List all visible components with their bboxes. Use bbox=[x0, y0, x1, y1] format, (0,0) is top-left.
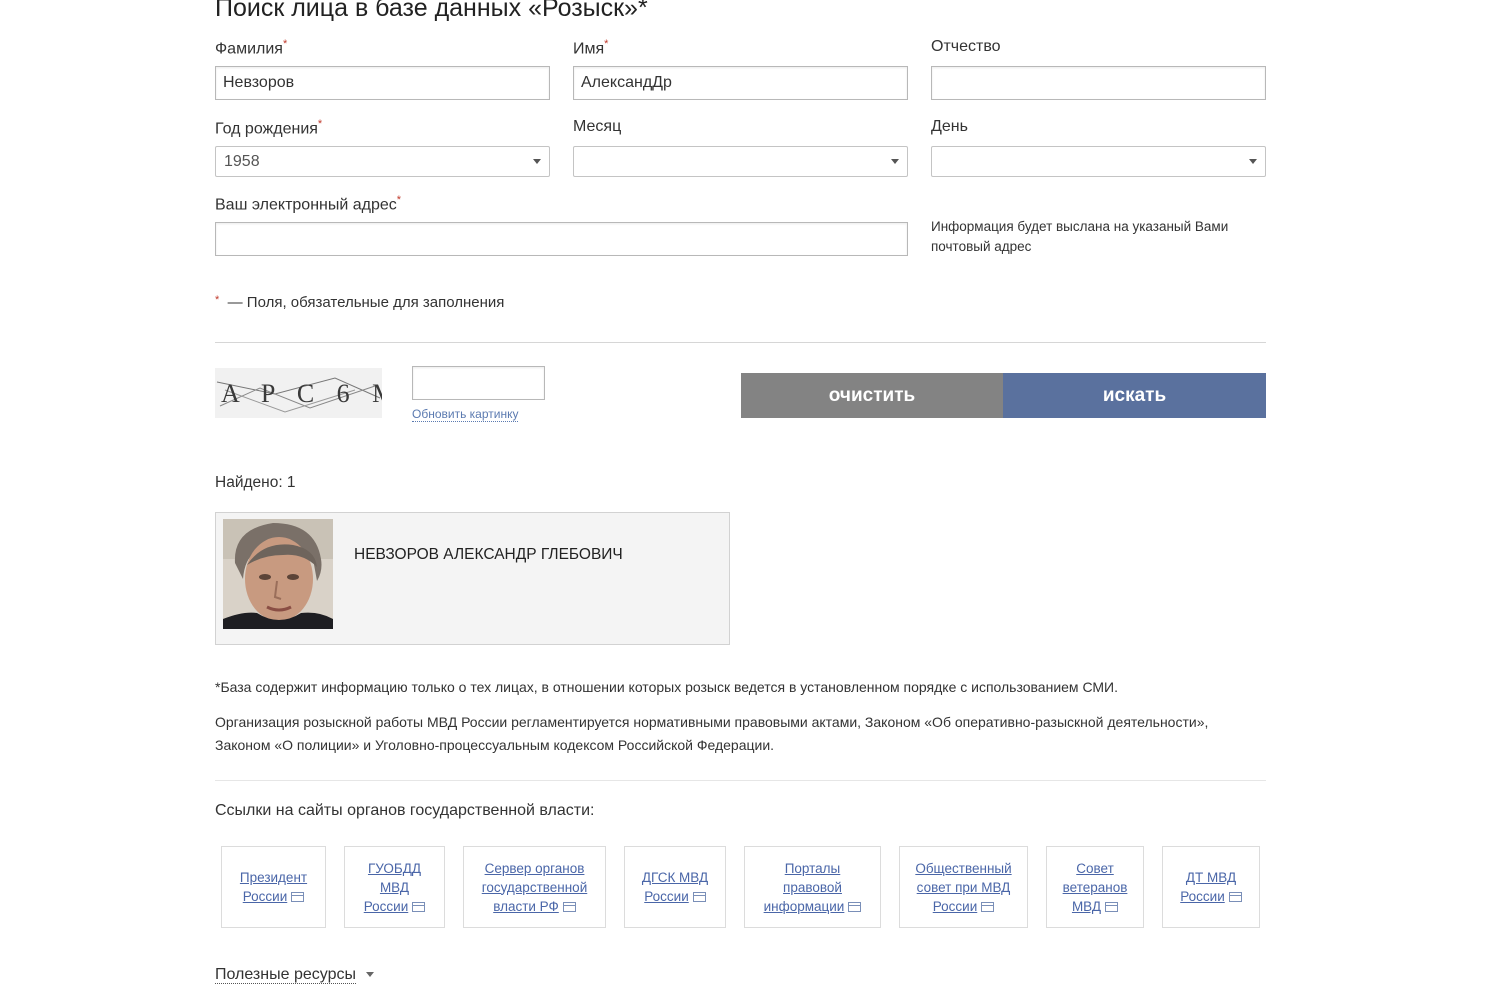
external-link-icon bbox=[981, 901, 995, 912]
person-name: НЕВЗОРОВ АЛЕКСАНДР ГЛЕБОВИЧ bbox=[354, 546, 623, 563]
external-link-icon bbox=[412, 901, 426, 912]
external-link-icon bbox=[1105, 901, 1119, 912]
email-hint: Информация будет выслана на указаный Вам… bbox=[931, 219, 1229, 254]
useful-resources-toggle[interactable]: Полезные ресурсы bbox=[215, 966, 375, 984]
captcha-input[interactable] bbox=[412, 366, 545, 400]
required-note: * — Поля, обязательные для заполнения bbox=[215, 294, 505, 311]
found-count: Найдено: 1 bbox=[215, 474, 296, 491]
name-input[interactable] bbox=[573, 66, 908, 100]
gov-link-public-council[interactable]: Общественный совет при МВД России bbox=[899, 846, 1028, 928]
gov-link-label: Сервер органов государственной власти РФ bbox=[481, 860, 588, 914]
result-card[interactable]: НЕВЗОРОВ АЛЕКСАНДР ГЛЕБОВИЧ bbox=[215, 512, 730, 645]
birth-year-value: 1958 bbox=[224, 153, 260, 170]
refresh-captcha-label: Обновить картинку bbox=[412, 407, 519, 422]
chevron-down-icon bbox=[366, 972, 375, 978]
month-select[interactable] bbox=[573, 146, 908, 177]
clear-button[interactable]: очистить bbox=[741, 373, 1003, 418]
birth-year-label: Год рождения* bbox=[215, 118, 323, 138]
external-link-icon bbox=[848, 901, 862, 912]
gov-link-legal-portals[interactable]: Порталы правовой информации bbox=[744, 846, 881, 928]
external-link-icon bbox=[562, 901, 576, 912]
day-label: День bbox=[931, 118, 968, 135]
name-label: Имя* bbox=[573, 38, 609, 58]
useful-resources-label: Полезные ресурсы bbox=[215, 966, 356, 984]
birth-year-select[interactable]: 1958 bbox=[215, 146, 550, 177]
month-label: Месяц bbox=[573, 118, 622, 135]
gov-link-veterans-council[interactable]: Совет ветеранов МВД bbox=[1046, 846, 1144, 928]
gov-link-label: Совет ветеранов МВД bbox=[1062, 860, 1128, 914]
gov-link-president[interactable]: Президент России bbox=[221, 846, 326, 928]
refresh-captcha-link[interactable]: Обновить картинку bbox=[412, 407, 519, 422]
divider bbox=[215, 342, 1266, 343]
divider bbox=[215, 780, 1266, 781]
gov-link-dgsk[interactable]: ДГСК МВД России bbox=[624, 846, 726, 928]
captcha-text: A P C 6 M bbox=[221, 379, 382, 408]
chevron-down-icon bbox=[533, 159, 541, 164]
email-label: Ваш электронный адрес* bbox=[215, 194, 402, 214]
gov-links-heading: Ссылки на сайты органов государственной … bbox=[215, 802, 595, 819]
gov-link-label: Президент России bbox=[239, 870, 308, 904]
external-link-icon bbox=[692, 892, 706, 903]
external-link-icon bbox=[1228, 892, 1242, 903]
search-button[interactable]: искать bbox=[1003, 373, 1266, 418]
email-input[interactable] bbox=[215, 222, 908, 256]
footnote-2: Организация розыскной работы МВД России … bbox=[215, 714, 1209, 753]
patronymic-input[interactable] bbox=[931, 66, 1266, 100]
person-photo bbox=[223, 519, 333, 629]
surname-label: Фамилия* bbox=[215, 38, 288, 58]
page-title: Поиск лица в базе данных «Розыск»* bbox=[215, 0, 648, 22]
gov-link-label: ДТ МВД России bbox=[1177, 868, 1245, 906]
day-select[interactable] bbox=[931, 146, 1266, 177]
footnote-1: *База содержит информацию только о тех л… bbox=[215, 679, 1119, 695]
external-link-icon bbox=[291, 892, 305, 903]
chevron-down-icon bbox=[891, 159, 899, 164]
gov-link-guobdd[interactable]: ГУОБДД МВД России bbox=[344, 846, 445, 928]
gov-link-label: ГУОБДД МВД России bbox=[359, 859, 430, 916]
gov-link-label: Общественный совет при МВД России bbox=[915, 860, 1012, 914]
surname-input[interactable] bbox=[215, 66, 550, 100]
chevron-down-icon bbox=[1249, 159, 1257, 164]
gov-link-label: ДГСК МВД России bbox=[641, 870, 709, 904]
captcha-image: A P C 6 M bbox=[215, 368, 395, 418]
gov-link-label: Порталы правовой информации bbox=[759, 859, 866, 916]
patronymic-label: Отчество bbox=[931, 38, 1001, 55]
gov-link-gov-server[interactable]: Сервер органов государственной власти РФ bbox=[463, 846, 606, 928]
gov-link-dt-mvd[interactable]: ДТ МВД России bbox=[1162, 846, 1260, 928]
